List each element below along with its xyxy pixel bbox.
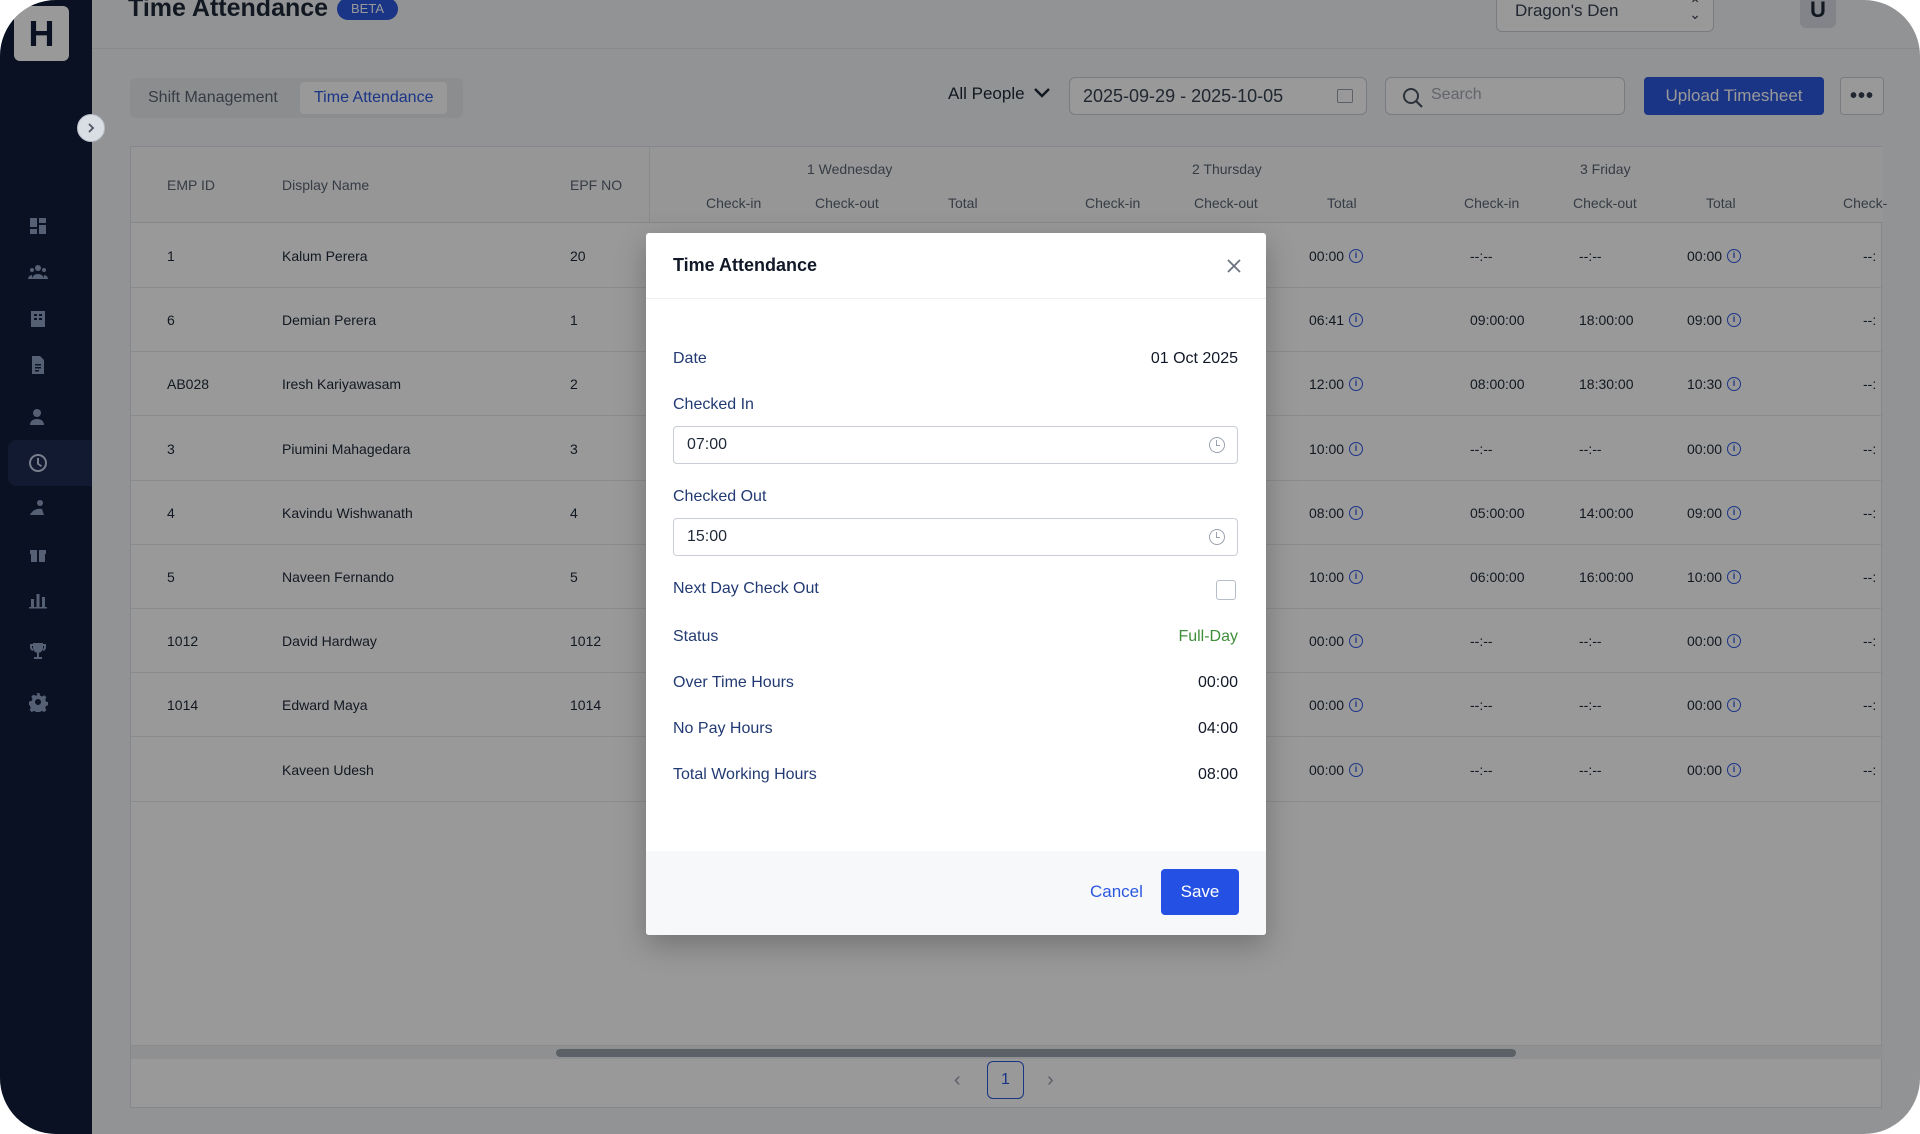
next-day-checkout-checkbox[interactable] xyxy=(1216,580,1236,600)
close-button[interactable] xyxy=(1223,255,1245,277)
checked-out-value: 15:00 xyxy=(687,528,728,545)
status-value: Full-Day xyxy=(1178,628,1238,645)
date-value: 01 Oct 2025 xyxy=(1150,350,1238,367)
save-button[interactable]: Save xyxy=(1161,869,1239,915)
checked-in-label: Checked In xyxy=(673,396,754,413)
clock-icon xyxy=(1209,437,1225,453)
overtime-label: Over Time Hours xyxy=(673,674,794,691)
total-working-value: 08:00 xyxy=(1197,766,1238,783)
checked-in-input[interactable]: 07:00 xyxy=(673,426,1238,464)
clock-icon xyxy=(1209,529,1225,545)
date-label: Date xyxy=(673,350,707,367)
checked-out-input[interactable]: 15:00 xyxy=(673,518,1238,556)
no-pay-label: No Pay Hours xyxy=(673,720,773,737)
time-attendance-modal: Time Attendance Date 01 Oct 2025 Checked… xyxy=(646,233,1266,935)
modal-footer: Cancel Save xyxy=(646,851,1266,935)
cancel-button[interactable]: Cancel xyxy=(1082,869,1151,915)
sidebar-collapse-button[interactable] xyxy=(77,114,105,142)
modal-title: Time Attendance xyxy=(673,255,818,275)
checked-in-value: 07:00 xyxy=(687,436,728,453)
app-window: H Time Attendance BETA Dragon's Den ⌃ ⌄ … xyxy=(0,0,1920,1134)
no-pay-value: 04:00 xyxy=(1197,720,1238,737)
chevron-right-icon xyxy=(88,123,95,133)
overtime-value: 00:00 xyxy=(1197,674,1238,691)
modal-header: Time Attendance xyxy=(646,233,1266,299)
close-icon xyxy=(1227,259,1241,273)
next-day-checkout-label: Next Day Check Out xyxy=(673,580,819,597)
status-label: Status xyxy=(673,628,719,645)
total-working-label: Total Working Hours xyxy=(673,766,817,783)
checked-out-label: Checked Out xyxy=(673,488,767,505)
